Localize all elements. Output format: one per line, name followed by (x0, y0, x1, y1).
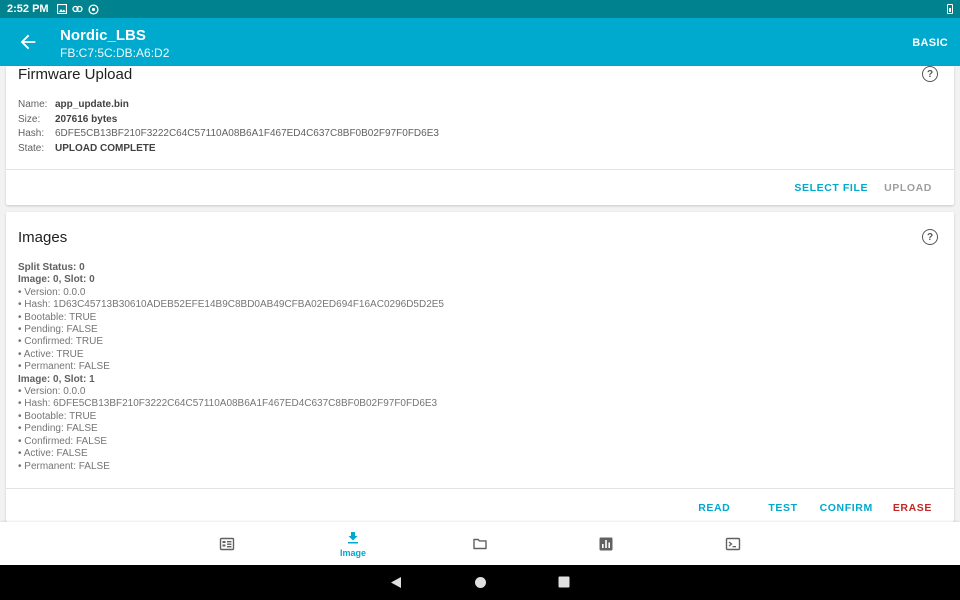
info-row-state: State: UPLOAD COMPLETE (18, 142, 439, 157)
slot-line: • Confirmed: FALSE (18, 435, 108, 447)
slot-line: • Permanent: FALSE (18, 361, 110, 373)
device-info-icon (219, 537, 235, 550)
nav-terminal[interactable] (670, 522, 796, 565)
home-circle-icon[interactable] (474, 576, 487, 589)
slot-line: • Hash: 6DFE5CB13BF210F3222C64C57110A08B… (18, 398, 438, 410)
device-address: FB:C7:5C:DB:A6:D2 (60, 46, 170, 60)
slot-line: • Confirmed: TRUE (18, 336, 104, 348)
sync-notification-icon (88, 3, 99, 15)
back-arrow-icon[interactable] (17, 31, 39, 53)
upload-actions: SELECT FILE UPLOAD (778, 182, 932, 194)
nav-image[interactable]: Image (290, 522, 416, 565)
firmware-upload-title: Firmware Upload (18, 66, 133, 83)
help-icon[interactable]: ? (922, 229, 938, 245)
firmware-upload-card: Firmware Upload ? Name: app_update.bin S… (6, 66, 954, 205)
basic-mode-button[interactable]: BASIC (912, 37, 948, 49)
status-time: 2:52 PM (7, 3, 49, 15)
download-icon (348, 531, 358, 543)
help-icon[interactable]: ? (922, 66, 938, 82)
info-row-name: Name: app_update.bin (18, 98, 439, 113)
images-list: Split Status: 0 Image: 0, Slot: 0 • Vers… (18, 262, 444, 473)
slot-line: • Pending: FALSE (18, 423, 98, 435)
slot-header: Image: 0, Slot: 0 (18, 274, 95, 286)
info-value: UPLOAD COMPLETE (55, 142, 156, 154)
back-triangle-icon[interactable] (390, 576, 402, 589)
select-file-button[interactable]: SELECT FILE (794, 182, 868, 194)
slot-line: • Active: TRUE (18, 348, 84, 360)
info-value: 6DFE5CB13BF210F3222C64C57110A08B6A1F467E… (55, 128, 439, 139)
battery-icon (947, 4, 953, 14)
image-notification-icon (56, 4, 67, 14)
status-bar: 2:52 PM (0, 0, 960, 18)
slot-line: • Bootable: TRUE (18, 311, 97, 323)
info-label: Name: (18, 99, 48, 110)
upload-button[interactable]: UPLOAD (884, 182, 932, 194)
nav-device[interactable] (164, 522, 290, 565)
divider (6, 169, 954, 170)
slot-header: Image: 0, Slot: 1 (18, 373, 95, 385)
stats-icon (599, 537, 613, 550)
nav-files[interactable] (417, 522, 543, 565)
info-label: Size: (18, 113, 41, 125)
nav-stats[interactable] (543, 522, 669, 565)
info-value: 207616 bytes (55, 113, 118, 125)
terminal-icon (725, 537, 741, 550)
slot-line: • Bootable: TRUE (18, 410, 97, 422)
slot-line: • Version: 0.0.0 (18, 386, 86, 398)
slot-line: • Pending: FALSE (18, 324, 98, 336)
test-button[interactable]: TEST (768, 502, 797, 514)
split-status: Split Status: 0 (18, 262, 85, 273)
slot-line: • Permanent: FALSE (18, 460, 110, 472)
slot-line: • Hash: 1D63C45713B30610ADEB52EFE14B9C8B… (18, 299, 444, 311)
info-row-size: Size: 207616 bytes (18, 113, 439, 128)
app-bar: Nordic_LBS FB:C7:5C:DB:A6:D2 BASIC (0, 18, 960, 66)
divider (6, 488, 954, 489)
info-value: app_update.bin (55, 99, 129, 110)
link-notification-icon (71, 5, 83, 13)
recents-square-icon[interactable] (558, 576, 570, 588)
info-label: Hash: (18, 128, 45, 139)
images-title: Images (18, 229, 68, 246)
confirm-button[interactable]: CONFIRM (820, 502, 873, 514)
images-card: Images ? Split Status: 0 Image: 0, Slot:… (6, 212, 954, 522)
bottom-navigation: Image (0, 522, 960, 565)
slot-line: • Active: FALSE (18, 448, 88, 460)
system-navigation-bar (0, 565, 960, 600)
image-actions: READ TEST CONFIRM ERASE (682, 502, 932, 514)
device-name: Nordic_LBS (60, 27, 146, 44)
read-button[interactable]: READ (698, 502, 730, 514)
folder-icon (473, 538, 487, 549)
info-row-hash: Hash: 6DFE5CB13BF210F3222C64C57110A08B6A… (18, 127, 439, 142)
info-label: State: (18, 142, 45, 154)
firmware-info: Name: app_update.bin Size: 207616 bytes … (18, 98, 439, 156)
nav-image-label: Image (339, 547, 366, 558)
slot-line: • Version: 0.0.0 (18, 286, 86, 298)
erase-button[interactable]: ERASE (893, 502, 932, 514)
